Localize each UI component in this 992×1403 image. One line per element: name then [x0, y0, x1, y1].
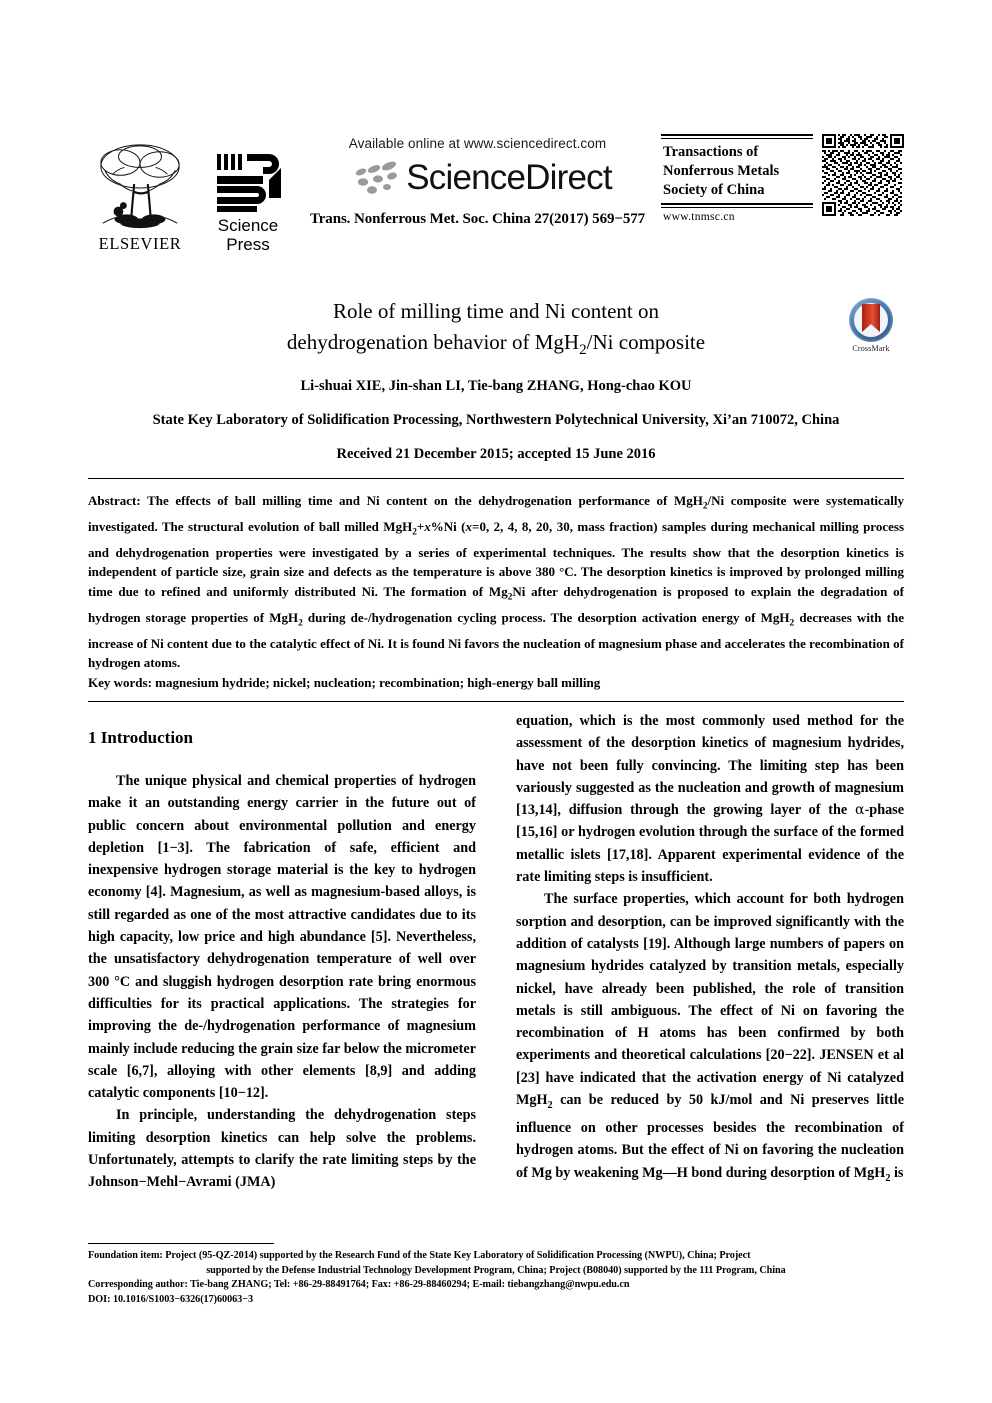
science-press-logo: Science Press — [202, 152, 294, 254]
title-line-2-pre: dehydrogenation behavior of MgH — [286, 330, 580, 354]
received-dates: Received 21 December 2015; accepted 15 J… — [336, 446, 656, 462]
alpha-symbol: α — [854, 802, 865, 819]
right-paragraph-2: The surface properties, which account fo… — [516, 888, 904, 1190]
masthead: ELSEVIER Science Press Available online … — [88, 128, 904, 256]
paper-page: ELSEVIER Science Press Available online … — [0, 0, 992, 1403]
journal-reference: Trans. Nonferrous Met. Soc. China 27(201… — [309, 211, 646, 227]
title-subscript: 2 — [579, 342, 587, 359]
body-columns: 1 Introduction The unique physical and c… — [88, 710, 904, 1225]
affiliation: State Key Laboratory of Solidification P… — [152, 412, 840, 428]
elsevier-wordmark: ELSEVIER — [98, 234, 182, 253]
corresponding-author-label: Corresponding author: — [88, 1279, 188, 1291]
corresponding-author-line: Corresponding author: Tie-bang ZHANG; Te… — [88, 1278, 904, 1293]
footnote-divider — [88, 1243, 274, 1244]
elsevier-logo: ELSEVIER — [88, 141, 192, 254]
doi-value: 10.1016/S1003−6326(17)60063−3 — [110, 1293, 254, 1305]
foundation-item-line: Foundation item: Project (95-QZ-2014) su… — [88, 1249, 904, 1278]
author-list: Li-shuai XIE, Jin-shan LI, Tie-bang ZHAN… — [300, 378, 692, 394]
publisher-logos: ELSEVIER Science Press — [88, 128, 294, 254]
right-column: equation, which is the most commonly use… — [516, 710, 904, 1225]
sciencedirect-dots-icon — [343, 158, 405, 198]
page-title: Role of milling time and Ni content on d… — [88, 296, 904, 366]
society-title-box: Transactions of Nonferrous Metals Societ… — [661, 134, 813, 223]
doi-line: DOI: 10.1016/S1003−6326(17)60063−3 — [88, 1293, 904, 1308]
right-p2-part-c: H bond during desorption of MgH — [676, 1164, 886, 1181]
abstract-p7: during de-/hydrogenation cycling process… — [302, 609, 790, 625]
left-paragraph-1: The unique physical and chemical propert… — [88, 773, 476, 1102]
title-line-1: Role of milling time and Ni content on — [332, 299, 660, 323]
abstract-divider-top — [88, 478, 904, 479]
journal-brand-block: Transactions of Nonferrous Metals Societ… — [661, 128, 904, 223]
science-press-wordmark: Science Press — [218, 216, 278, 254]
qr-code-icon — [822, 134, 904, 216]
abstract-p1: The effects of ball milling time and Ni … — [140, 493, 703, 508]
foundation-item-label: Foundation item: — [88, 1250, 163, 1261]
keywords-line: Key words: magnesium hydride; nickel; nu… — [88, 673, 904, 692]
corresponding-author-value: Tie-bang ZHANG; Tel: +86-29-88491764; Fa… — [187, 1279, 630, 1291]
science-press-line2: Press — [226, 235, 270, 254]
sciencedirect-logo: ScienceDirect — [294, 155, 661, 201]
left-paragraph-2: In principle, understanding the dehydrog… — [88, 1107, 476, 1191]
right-p2-part-a: The surface properties, which account fo… — [516, 891, 904, 1109]
title-line-2-post: /Ni composite — [586, 330, 706, 354]
sciencedirect-block: Available online at www.sciencedirect.co… — [294, 128, 661, 228]
keywords-label: Key words: — [88, 674, 152, 690]
em-dash: — — [662, 1164, 677, 1181]
abstract-text: Abstract: The effects of ball milling ti… — [88, 491, 904, 673]
doi-label: DOI: — [88, 1293, 111, 1305]
foundation-item-line1: Project (95-QZ-2014) supported by the Re… — [162, 1250, 751, 1261]
foundation-item-line2: supported by the Defense Industrial Tech… — [206, 1264, 786, 1276]
society-url: www.tnmsc.cn — [663, 211, 735, 223]
crossmark-label: CrossMark — [852, 344, 890, 353]
abstract-block: Abstract: The effects of ball milling ti… — [88, 478, 904, 703]
crossmark-icon — [849, 298, 893, 342]
science-press-icon — [211, 152, 285, 214]
elsevier-tree-icon — [91, 141, 189, 233]
abstract-label: Abstract: — [88, 493, 141, 508]
authors-block: Li-shuai XIE, Jin-shan LI, Tie-bang ZHAN… — [88, 378, 904, 463]
abstract-divider-bottom — [88, 701, 904, 703]
footnote-block: Foundation item: Project (95-QZ-2014) su… — [88, 1243, 904, 1307]
keywords-value: magnesium hydride; nickel; nucleation; r… — [151, 674, 601, 690]
abstract-p4: %Ni ( — [430, 519, 466, 534]
available-online-text: Available online at www.sciencedirect.co… — [348, 136, 607, 151]
divider-bottom — [661, 203, 813, 205]
left-column: 1 Introduction The unique physical and c… — [88, 710, 476, 1225]
right-p2-part-d: is — [890, 1164, 904, 1181]
divider-top — [661, 134, 813, 136]
title-block: Role of milling time and Ni content on d… — [88, 296, 904, 366]
right-paragraph-1: equation, which is the most commonly use… — [516, 710, 904, 888]
section-heading-introduction: 1 Introduction — [88, 728, 194, 747]
sciencedirect-wordmark: ScienceDirect — [406, 158, 612, 197]
right-p1-part-a: equation, which is the most commonly use… — [516, 713, 904, 819]
crossmark-badge[interactable]: CrossMark — [840, 298, 902, 353]
science-press-line1: Science — [217, 216, 279, 235]
society-title: Transactions of Nonferrous Metals Societ… — [663, 144, 780, 198]
